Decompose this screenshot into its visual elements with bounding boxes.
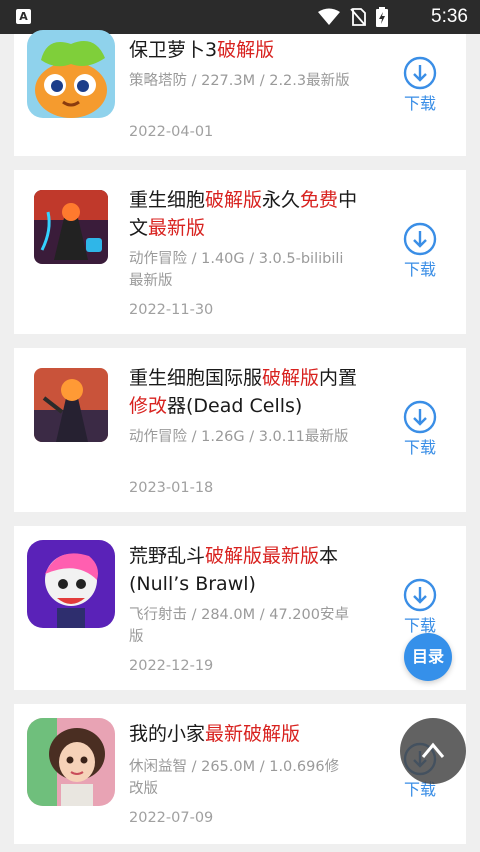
- title-text: 重生细胞国际服: [129, 367, 263, 389]
- app-title[interactable]: 重生细胞破解版永久免费中文最新版: [129, 186, 359, 242]
- battery-charging-icon: [376, 7, 388, 27]
- app-meta: 动作冒险 / 1.40G / 3.0.5-bilibili最新版: [129, 251, 344, 289]
- app-title[interactable]: 荒野乱斗破解版最新版本(Null’s Brawl): [129, 542, 359, 598]
- app-icon-my-little-home[interactable]: [27, 718, 115, 806]
- app-date: 2022-11-30: [129, 302, 214, 318]
- title-text: 内置: [319, 367, 358, 389]
- title-highlight: 破解版: [205, 189, 263, 211]
- download-button[interactable]: 下载: [400, 56, 440, 114]
- app-date: 2022-07-09: [129, 810, 214, 826]
- title-text: 保卫萝卜3: [129, 39, 218, 61]
- title-highlight: 破解版: [205, 545, 263, 567]
- app-meta: 飞行射击 / 284.0M / 47.200安卓版: [129, 607, 349, 645]
- chevron-up-icon: [421, 742, 445, 758]
- title-text: 永久: [262, 189, 301, 211]
- wifi-icon: [318, 8, 340, 25]
- status-bar: A 5:36: [0, 0, 480, 34]
- app-icon-deadcells[interactable]: [34, 190, 108, 264]
- back-to-top-button[interactable]: [400, 718, 466, 784]
- title-highlight: 免费: [300, 189, 339, 211]
- app-icon-baoweiluobo[interactable]: [27, 30, 115, 118]
- app-card[interactable]: 重生细胞国际服破解版内置修改器(Dead Cells) 动作冒险 / 1.26G…: [14, 348, 466, 512]
- title-highlight: 最新版: [262, 545, 320, 567]
- app-title[interactable]: 重生细胞国际服破解版内置修改器(Dead Cells): [129, 364, 359, 420]
- app-meta: 休闲益智 / 265.0M / 1.0.696修改版: [129, 759, 340, 797]
- title-highlight: 最新版: [148, 217, 206, 239]
- download-label: 下载: [403, 94, 436, 113]
- app-date: 2022-12-19: [129, 658, 214, 674]
- download-label: 下载: [403, 438, 436, 457]
- app-meta: 动作冒险 / 1.26G / 3.0.11最新版: [129, 429, 349, 445]
- app-icon-nulls-brawl[interactable]: [27, 540, 115, 628]
- download-icon: [403, 578, 437, 612]
- app-card[interactable]: 我的小家最新破解版 休闲益智 / 265.0M / 1.0.696修改版 202…: [14, 704, 466, 844]
- title-highlight: 破解版: [217, 39, 275, 61]
- download-button[interactable]: 下载: [400, 400, 440, 458]
- app-date: 2023-01-18: [129, 480, 214, 496]
- status-time: 5:36: [431, 6, 468, 27]
- download-button[interactable]: 下载: [400, 578, 440, 636]
- download-button[interactable]: 下载: [400, 222, 440, 280]
- title-text: 荒野乱斗: [129, 545, 206, 567]
- app-meta: 策略塔防 / 227.3M / 2.2.3最新版: [129, 73, 350, 89]
- app-title[interactable]: 保卫萝卜3破解版: [129, 36, 359, 64]
- title-text: 我的小家: [129, 723, 206, 745]
- no-sim-icon: [350, 8, 366, 26]
- download-icon: [403, 400, 437, 434]
- title-text: 器(Dead Cells): [167, 395, 303, 417]
- app-date: 2022-04-01: [129, 124, 214, 140]
- title-highlight: 修改: [129, 395, 168, 417]
- title-highlight: 破解版: [262, 367, 320, 389]
- download-icon: [403, 56, 437, 90]
- app-title[interactable]: 我的小家最新破解版: [129, 720, 359, 748]
- title-highlight: 最新破解版: [205, 723, 301, 745]
- app-card[interactable]: 荒野乱斗破解版最新版本(Null’s Brawl) 飞行射击 / 284.0M …: [14, 526, 466, 690]
- table-of-contents-button[interactable]: 目录: [404, 633, 452, 681]
- app-notification-icon: A: [16, 9, 31, 24]
- download-label: 下载: [403, 260, 436, 279]
- app-card[interactable]: 保卫萝卜3破解版 策略塔防 / 227.3M / 2.2.3最新版 2022-0…: [14, 30, 466, 156]
- title-text: 重生细胞: [129, 189, 206, 211]
- app-icon-deadcells-intl[interactable]: [34, 368, 108, 442]
- download-icon: [403, 222, 437, 256]
- app-card[interactable]: 重生细胞破解版永久免费中文最新版 动作冒险 / 1.40G / 3.0.5-bi…: [14, 170, 466, 334]
